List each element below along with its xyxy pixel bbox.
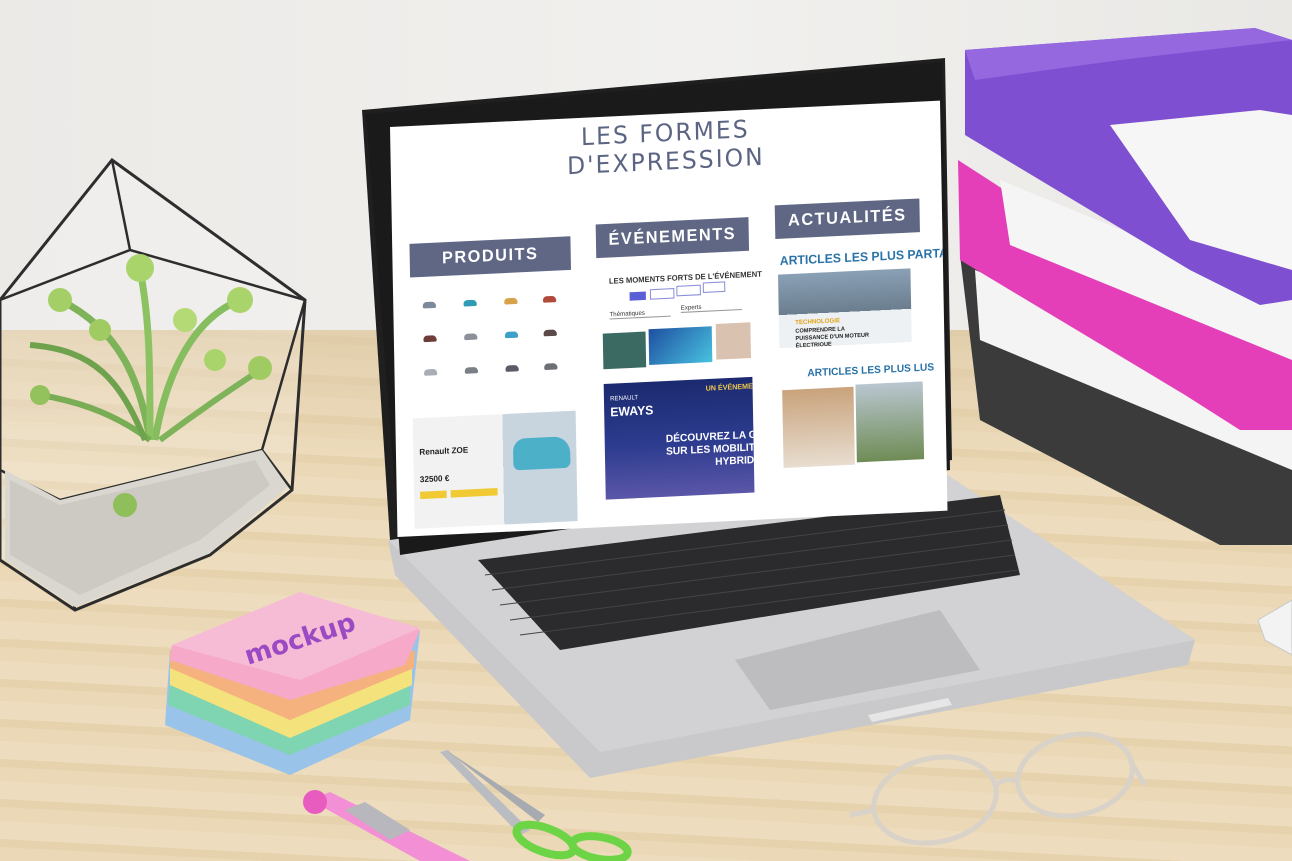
events-tab[interactable]: [676, 284, 701, 297]
car-thumbnail: [422, 301, 437, 309]
banner-logo: EWAYS: [610, 402, 654, 420]
laptop-screen: LES FORMES D'EXPRESSION PRODUITS ÉVÉNEME…: [390, 100, 948, 538]
eyeglasses: [849, 731, 1148, 846]
banner-line3: HYBRID: [715, 454, 755, 469]
car-thumbnail: [423, 335, 437, 343]
events-tab[interactable]: [702, 281, 726, 293]
promo-price: 32500 €: [419, 473, 450, 485]
event-banner[interactable]: UN ÉVÉNEMENT RENAULT EWAYS DÉCOUVREZ LA …: [603, 376, 755, 500]
car-thumbnail: [504, 331, 519, 339]
car-thumbnail: [543, 329, 557, 337]
banner-tag: UN ÉVÉNEMENT: [705, 382, 755, 393]
news-thumbnail[interactable]: [855, 381, 925, 463]
column-header-evenements[interactable]: ÉVÉNEMENTS: [595, 217, 750, 259]
car-thumbnail: [464, 333, 478, 341]
sticky-note-pad: [165, 592, 420, 775]
event-thumbnail[interactable]: [602, 331, 647, 370]
banner-brand: RENAULT: [610, 395, 639, 403]
news-card-shared[interactable]: TECHNOLOGIE COMPRENDRE LA PUISSANCE D'UN…: [778, 268, 912, 349]
event-thumbnail[interactable]: [715, 322, 752, 360]
column-label-actualites: ACTUALITÉS: [787, 206, 907, 230]
column-label-evenements: ÉVÉNEMENTS: [608, 225, 737, 250]
column-header-produits[interactable]: PRODUITS: [409, 236, 572, 278]
events-tab-active[interactable]: [629, 291, 646, 301]
promo-car-image: [512, 436, 571, 471]
promo-title: Renault ZOE: [419, 445, 469, 458]
event-thumbnail[interactable]: [648, 326, 713, 366]
promo-button[interactable]: [420, 490, 447, 500]
column-header-actualites[interactable]: ACTUALITÉS: [774, 198, 920, 240]
car-thumbnail: [423, 368, 438, 376]
news-subtitle-shared: ARTICLES LES PLUS PARTAGÉS: [779, 244, 948, 269]
paper-trays: [958, 28, 1292, 545]
news-subtitle-read: ARTICLES LES PLUS LUS: [807, 361, 935, 380]
car-thumbnail: [463, 299, 477, 307]
events-subtitle: LES MOMENTS FORTS DE L'ÉVÉNEMENT: [608, 269, 762, 286]
news-thumbnail[interactable]: [782, 386, 855, 469]
product-car-grid[interactable]: [410, 286, 576, 411]
promo-button-secondary[interactable]: [450, 488, 498, 498]
highlighter-pen: [303, 790, 470, 861]
notebook-corner: [1257, 599, 1292, 656]
car-thumbnail: [544, 363, 558, 371]
car-thumbnail: [504, 297, 518, 305]
events-filter-experts[interactable]: Experts: [680, 302, 742, 313]
news-card-text: COMPRENDRE LA PUISSANCE D'UN MOTEUR ÉLEC…: [795, 326, 870, 349]
car-thumbnail: [464, 366, 479, 374]
news-card-tag: TECHNOLOGIE: [795, 317, 841, 327]
column-label-produits: PRODUITS: [441, 245, 539, 268]
events-tab[interactable]: [649, 288, 675, 300]
car-thumbnail: [505, 364, 519, 372]
product-promo-card[interactable]: Renault ZOE 32500 €: [412, 410, 578, 529]
events-filter-thematiques[interactable]: Thématiques: [609, 309, 671, 320]
car-thumbnail: [542, 295, 557, 303]
